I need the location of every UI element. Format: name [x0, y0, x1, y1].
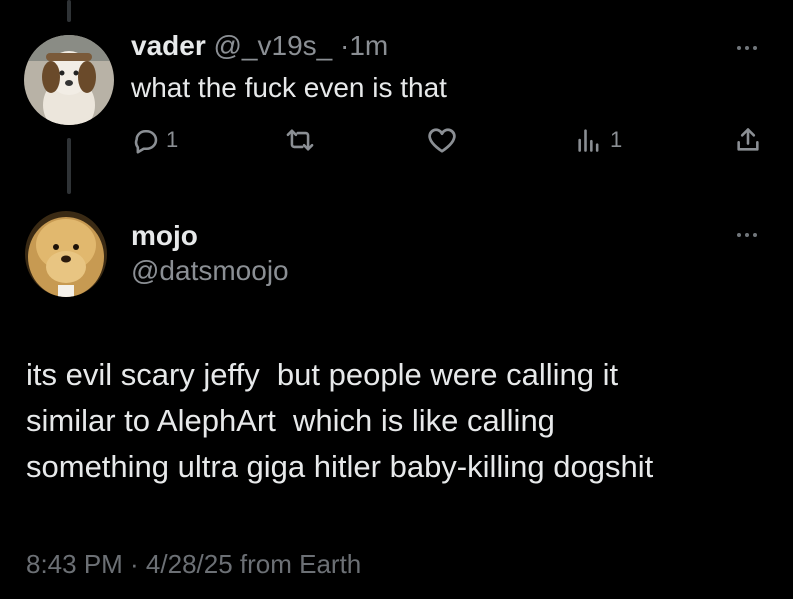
more-icon[interactable] — [737, 43, 765, 53]
reply-count: 1 — [166, 127, 179, 152]
tweet-timestamp[interactable]: 8:43 PM · 4/28/25 from Earth — [26, 549, 361, 580]
share-button[interactable] — [734, 126, 762, 154]
heart-icon — [428, 128, 456, 153]
views-count: 1 — [610, 127, 623, 152]
dog-avatar-image — [24, 35, 114, 125]
avatar-mojo[interactable] — [25, 211, 107, 297]
reply-time[interactable]: 1m — [349, 30, 388, 61]
share-icon — [737, 128, 759, 151]
avatar-vader[interactable] — [24, 35, 114, 125]
tweet-text-line: its evil scary jeffy but people were cal… — [26, 357, 619, 392]
reply-display-name[interactable]: vader — [131, 30, 206, 61]
reply-handle[interactable]: @_v19s_ — [214, 30, 333, 61]
tweet-text-line: something ultra giga hitler baby-killing… — [26, 449, 654, 484]
tweet-text: its evil scary jeffy but people were cal… — [26, 352, 786, 490]
thread-connector-top — [67, 0, 71, 22]
reply-separator: · — [340, 30, 350, 61]
thread-connector — [67, 138, 71, 194]
tweet-text-line: similar to AlephArt which is like callin… — [26, 403, 555, 438]
reply-text: what the fuck even is that — [131, 72, 447, 103]
reply-header: vader @_v19s_ ·1m — [131, 30, 388, 62]
author-handle[interactable]: @datsmoojo — [131, 255, 289, 287]
repost-icon — [286, 129, 314, 151]
views-button[interactable]: 1 — [574, 126, 622, 154]
reply-button[interactable]: 1 — [132, 126, 178, 154]
reply-icon — [134, 129, 158, 154]
views-icon — [578, 129, 599, 152]
dog-avatar-image — [25, 211, 107, 297]
more-icon[interactable] — [737, 230, 765, 240]
author-display-name[interactable]: mojo — [131, 220, 198, 252]
repost-button[interactable] — [285, 126, 315, 154]
like-button[interactable] — [427, 126, 457, 154]
